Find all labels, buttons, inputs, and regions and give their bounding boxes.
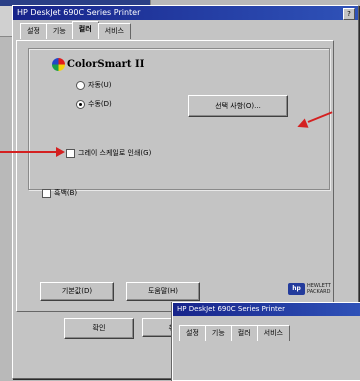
- colorsmart-logo: ColorSmart II: [52, 58, 144, 71]
- second-tab-services[interactable]: 서비스: [256, 325, 290, 341]
- colorsmart-text: ColorSmart II: [67, 59, 145, 70]
- black-label: 흑백(B): [54, 189, 78, 197]
- tab-color[interactable]: 컬러: [71, 21, 99, 39]
- dialog-title: HP DeskJet 690C Series Printer: [17, 8, 141, 17]
- second-window-tabs: 설정 기능 컬러 서비스: [179, 325, 290, 341]
- second-tab-features[interactable]: 기능: [204, 325, 232, 341]
- help-title-button[interactable]: ?: [343, 8, 355, 20]
- dialog-tabs: 설정 기능 컬러 서비스: [20, 21, 131, 39]
- options-button[interactable]: 선택 사항(O)...: [188, 95, 288, 117]
- ok-button[interactable]: 확인: [64, 318, 134, 339]
- help-button[interactable]: 도움말(H): [126, 282, 200, 301]
- defaults-button[interactable]: 기본값(D): [40, 282, 114, 301]
- second-tab-settings[interactable]: 설정: [179, 325, 206, 341]
- hp-logo: hp HEWLETT PACKARD: [288, 283, 331, 295]
- second-window-title: HP DeskJet 690C Series Printer: [177, 305, 285, 313]
- second-window-titlebar: HP DeskJet 690C Series Printer: [173, 303, 360, 316]
- radio-auto-label: 자동(U): [88, 81, 112, 89]
- tab-services[interactable]: 서비스: [97, 23, 131, 39]
- hp-logo-text: HEWLETT PACKARD: [307, 283, 331, 295]
- second-printer-window: HP DeskJet 690C Series Printer 설정 기능 컬러 …: [172, 302, 360, 381]
- black-checkbox[interactable]: [42, 188, 51, 198]
- colorsmart-swirl-icon: [52, 58, 65, 71]
- grayscale-checkbox[interactable]: [66, 148, 75, 158]
- radio-manual-button[interactable]: [76, 99, 85, 109]
- annotation-arrow-left: [0, 151, 58, 153]
- tab-settings[interactable]: 설정: [20, 23, 47, 39]
- radio-auto-button[interactable]: [76, 80, 85, 90]
- radio-manual-label: 수동(D): [88, 100, 112, 108]
- grayscale-label: 그레이 스케일로 인쇄(G): [78, 149, 152, 157]
- radio-auto[interactable]: 자동(U): [76, 80, 111, 90]
- tab-features[interactable]: 기능: [45, 23, 73, 39]
- second-tab-color[interactable]: 컬러: [230, 325, 258, 341]
- radio-manual[interactable]: 수동(D): [76, 99, 112, 109]
- grayscale-checkbox-row[interactable]: 그레이 스케일로 인쇄(G): [66, 148, 151, 158]
- black-checkbox-row[interactable]: 흑백(B): [42, 188, 77, 198]
- hp-logo-mark: hp: [288, 283, 305, 295]
- dialog-titlebar: HP DeskJet 690C Series Printer ?: [13, 6, 358, 20]
- annotation-arrowhead-left: [56, 147, 65, 157]
